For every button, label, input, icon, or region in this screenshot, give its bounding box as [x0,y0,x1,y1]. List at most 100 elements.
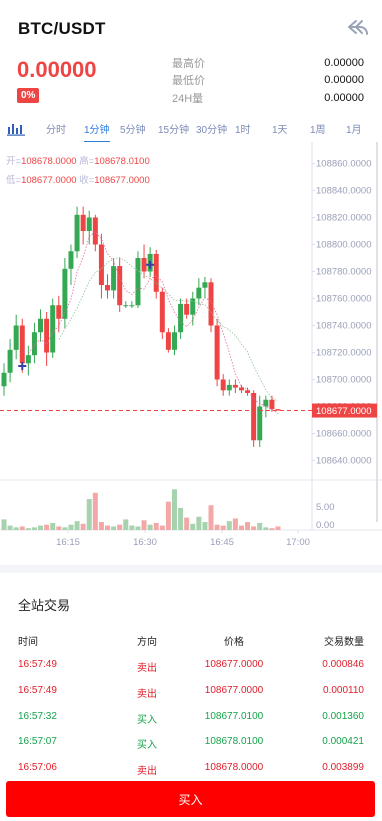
volume-bar [190,523,196,530]
volume-bar [50,522,56,530]
tab-1week[interactable]: 1周 [310,121,326,136]
trade-time: 16:57:32 [18,711,57,722]
volume-bar [147,524,153,530]
candle-body [165,332,171,350]
volume-bar [86,499,92,530]
volume-bar [98,522,104,530]
header-price: 价格 [224,637,244,648]
y-tick-label: 108840.0000 [316,186,371,197]
trade-qty: 0.000110 [323,685,364,696]
open-value: 108678.0000 [21,156,77,167]
y-tick-label: 108660.0000 [316,429,371,440]
trade-row: 16:57:32 买入 108677.0100 0.001360 [0,711,382,727]
volume-bar [68,524,74,530]
tab-1hour[interactable]: 1时 [235,121,251,136]
tab-30min[interactable]: 30分钟 [196,121,227,136]
market-stats: 最高价 0.00000 最低价 0.00000 24H量 0.00000 [172,54,364,107]
candle-body [208,282,214,326]
volume-bar [19,526,25,530]
market-header: BTC/USDT 0.00000 0% 最高价 0.00000 最低价 0.00… [0,0,382,112]
tab-15min[interactable]: 15分钟 [158,121,189,136]
y-tick-label: 108760.0000 [316,294,371,305]
volume-bar [208,505,214,530]
candle-body [141,258,147,272]
volume-bar [92,492,98,530]
volume-bar [245,522,251,530]
stat-value: 0.00000 [324,56,364,69]
y-tick-label: 108780.0000 [316,267,371,278]
volume-tick-label: 5.00 [316,502,335,513]
ma5-line [28,231,279,414]
trade-row: 16:57:49 卖出 108677.0000 0.000846 [0,659,382,675]
candle-body [159,291,165,333]
x-tick-label: 16:15 [56,537,80,548]
volume-bar [232,518,238,530]
candle-body [257,406,263,441]
candle-body [214,325,220,380]
tab-1min[interactable]: 1分钟 [84,121,110,142]
candle-body [117,266,123,306]
trade-qty: 0.003899 [322,762,364,773]
trade-qty: 0.001360 [322,711,364,722]
candle-body [62,268,68,319]
trade-side: 买入 [137,715,157,726]
x-tick-label: 16:30 [133,537,157,548]
volume-bar [257,522,263,530]
ohlc-row-2: 低=108677.0000 收=108677.0000 [6,172,150,186]
volume-bar [184,517,190,530]
candle-body [220,379,226,391]
volume-bar [62,527,68,530]
trades-title: 全站交易 [18,598,71,613]
close-value: 108677.0000 [94,175,150,186]
volume-bar [263,527,269,530]
tab-5min[interactable]: 5分钟 [120,121,146,136]
interval-tabs: 分时 1分钟 5分钟 15分钟 30分钟 1时 1天 1周 1月 [0,117,382,142]
volume-bar [129,525,135,530]
trade-qty: 0.000421 [322,736,364,747]
trade-marker-icon [146,260,155,269]
trade-price: 108677.0100 [204,711,264,722]
trade-row: 16:57:06 卖出 108678.0000 0.003899 [0,762,382,778]
close-label: 收= [79,175,95,186]
candle-body [226,384,232,391]
back-arrow-icon[interactable] [346,18,370,38]
y-tick-label: 108820.0000 [316,213,371,224]
kline-chart[interactable]: 108860.0000 108840.0000 108820.0000 108800.… [0,142,382,557]
y-tick-label: 108740.0000 [316,321,371,332]
trade-side: 卖出 [137,766,157,777]
tab-1month[interactable]: 1月 [346,121,362,136]
tab-timeline[interactable]: 分时 [46,121,66,136]
trade-price: 108677.0000 [204,659,264,670]
candle-body [44,318,50,353]
header-time: 时间 [18,637,38,648]
volume-bar [44,524,50,530]
candle-body [129,305,135,307]
low-value: 108677.0000 [21,175,77,186]
volume-bar [196,516,202,530]
trades-header: 时间 方向 价格 交易数量 [0,633,382,649]
volume-bar [165,501,171,530]
candlestick-chart-icon[interactable] [7,122,25,136]
volume-bar [141,520,147,530]
volume-bar [226,521,232,530]
open-label: 开= [6,156,22,167]
y-tick-label: 108800.0000 [316,240,371,251]
buy-button[interactable]: 买入 [6,781,375,817]
candle-body [135,258,141,306]
stat-label: 最高价 [172,57,205,70]
candle-body [153,253,159,292]
volume-bar [159,525,165,530]
volume-bar [56,526,62,530]
volume-bar [171,489,177,530]
volume-bar [178,507,184,530]
tab-1day[interactable]: 1天 [272,121,288,136]
x-tick-label: 17:00 [286,537,310,548]
volume-bar [80,523,86,530]
trade-side: 买入 [137,740,157,751]
y-tick-label: 108640.0000 [316,456,371,467]
volume-bar [111,526,117,530]
candle-body [86,217,92,231]
candle-body [171,332,177,350]
candle-body [184,303,190,315]
candle-body [196,287,202,299]
